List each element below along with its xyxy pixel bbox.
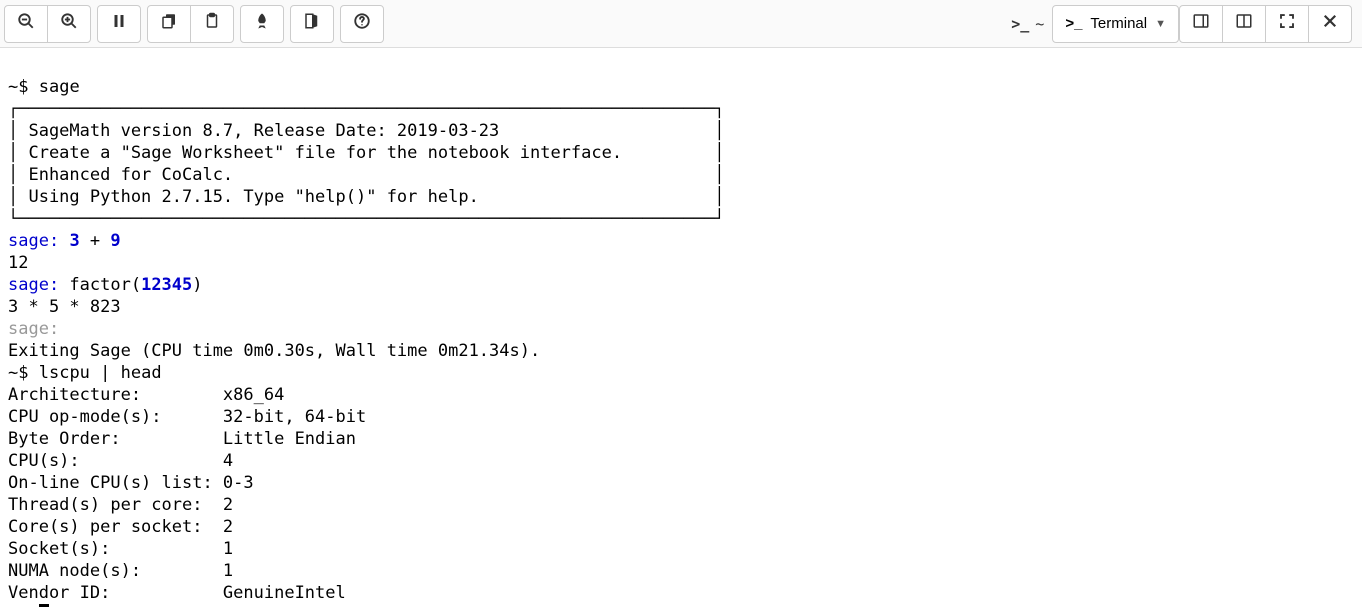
zoom-out-icon: [17, 12, 35, 35]
pause-button[interactable]: [97, 5, 141, 43]
lscpu-line: Byte Order: Little Endian: [8, 429, 356, 449]
sage-input-number: 12345: [141, 275, 192, 295]
sage-input-number: 3: [69, 231, 79, 251]
sage-prompt: sage:: [8, 275, 59, 295]
clipboard-group: [147, 5, 234, 43]
sidebar-right-icon: [1192, 12, 1210, 35]
sage-input-op: +: [80, 231, 111, 251]
sage-prompt: sage:: [8, 231, 59, 251]
copy-icon: [160, 12, 178, 35]
chevron-down-icon: ▼: [1155, 18, 1166, 30]
lscpu-line: CPU op-mode(s): 32-bit, 64-bit: [8, 407, 366, 427]
close-icon: [1321, 12, 1339, 35]
zoom-out-button[interactable]: [4, 5, 48, 43]
banner-line: │ Enhanced for CoCalc. │: [8, 165, 724, 185]
exit-button[interactable]: [290, 5, 334, 43]
shell-command: lscpu | head: [39, 363, 162, 383]
expand-icon: [1278, 12, 1296, 35]
terminal-prompt-icon: >_: [1011, 15, 1029, 33]
pause-group: [97, 5, 141, 43]
zoom-in-icon: [60, 12, 78, 35]
clipboard-icon: [203, 12, 221, 35]
sage-output: 3 * 5 * 823: [8, 297, 121, 317]
rocket-icon: [253, 12, 271, 35]
banner-box-bottom: └───────────────────────────────────────…: [8, 209, 724, 229]
banner-line: │ Create a "Sage Worksheet" file for the…: [8, 143, 724, 163]
lscpu-line: Vendor ID: GenuineIntel: [8, 583, 346, 603]
sage-exit-message: Exiting Sage (CPU time 0m0.30s, Wall tim…: [8, 341, 540, 361]
rocket-group: [240, 5, 284, 43]
banner-box-top: ┌───────────────────────────────────────…: [8, 99, 724, 119]
banner-line: │ Using Python 2.7.15. Type "help()" for…: [8, 187, 724, 207]
close-button[interactable]: [1308, 5, 1352, 43]
banner-line: │ SageMath version 8.7, Release Date: 20…: [8, 121, 724, 141]
sage-input-text: factor(: [59, 275, 141, 295]
columns-icon: [1235, 12, 1253, 35]
door-exit-icon: [303, 12, 321, 35]
sage-input-number: 9: [110, 231, 120, 251]
lscpu-line: Core(s) per socket: 2: [8, 517, 233, 537]
rocket-button[interactable]: [240, 5, 284, 43]
fullscreen-button[interactable]: [1265, 5, 1309, 43]
pause-icon: [110, 12, 128, 35]
copy-button[interactable]: [147, 5, 191, 43]
guide-button[interactable]: [1179, 5, 1223, 43]
split-button[interactable]: [1222, 5, 1266, 43]
sage-input-text: ): [192, 275, 202, 295]
terminal-output[interactable]: ~$ sage ┌───────────────────────────────…: [0, 48, 1362, 607]
zoom-group: [4, 5, 91, 43]
help-icon: [353, 12, 371, 35]
lscpu-line: NUMA node(s): 1: [8, 561, 233, 581]
shell-prompt: ~$: [8, 363, 28, 383]
zoom-in-button[interactable]: [47, 5, 91, 43]
help-group: [340, 5, 384, 43]
layout-group: [1179, 5, 1352, 43]
terminal-path-label: >_ ~: [1003, 5, 1052, 43]
sage-prompt-empty: sage:: [8, 319, 59, 339]
paste-button[interactable]: [190, 5, 234, 43]
terminal-path: ~: [1035, 15, 1044, 33]
lscpu-line: CPU(s): 4: [8, 451, 233, 471]
exit-group: [290, 5, 334, 43]
lscpu-line: On-line CPU(s) list: 0-3: [8, 473, 254, 493]
lscpu-line: Socket(s): 1: [8, 539, 233, 559]
shell-command: sage: [39, 77, 80, 97]
lscpu-line: Architecture: x86_64: [8, 385, 284, 405]
terminal-scroll[interactable]: ~$ sage ┌───────────────────────────────…: [0, 48, 1362, 607]
lscpu-line: Thread(s) per core: 2: [8, 495, 233, 515]
terminal-type-label: Terminal: [1090, 15, 1147, 32]
shell-prompt: ~$: [8, 77, 28, 97]
toolbar: >_ ~ >_ Terminal ▼: [0, 0, 1362, 48]
help-button[interactable]: [340, 5, 384, 43]
terminal-prompt-icon: >_: [1065, 15, 1082, 32]
sage-output: 12: [8, 253, 28, 273]
terminal-type-select[interactable]: >_ Terminal ▼: [1052, 5, 1179, 43]
